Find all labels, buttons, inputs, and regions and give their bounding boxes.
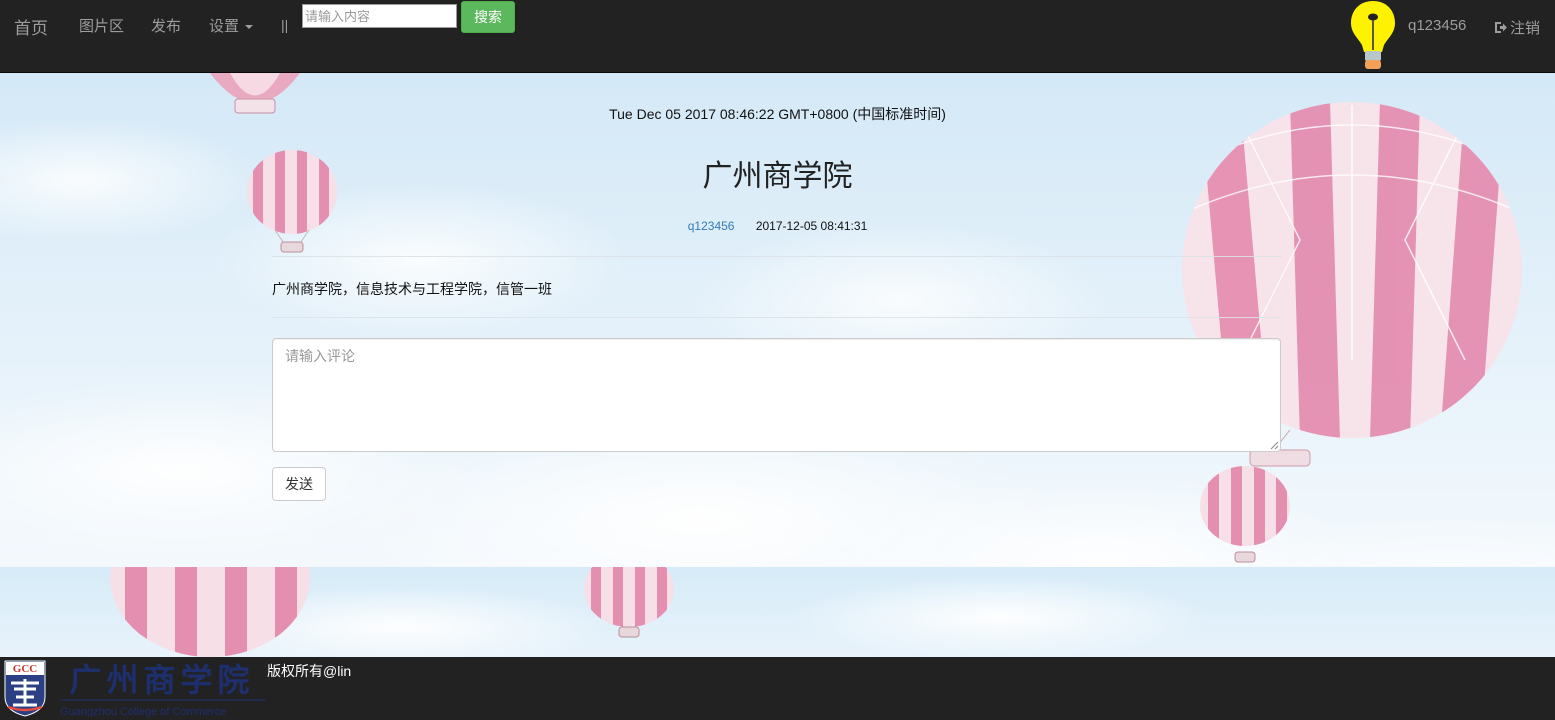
logout-link[interactable]: 注销 (1494, 17, 1540, 38)
nav-separator: || (281, 17, 289, 33)
nav-pictures-link[interactable]: 图片区 (79, 15, 124, 36)
nav-publish-link[interactable]: 发布 (151, 15, 181, 36)
search-button[interactable]: 搜索 (461, 1, 515, 33)
copyright-text: 版权所有@lin (267, 663, 352, 679)
post-meta: q123456 2017-12-05 08:41:31 (0, 219, 1555, 233)
logo-english-text: Guangzhou College of Commerce (60, 706, 226, 717)
logout-icon (1494, 21, 1508, 34)
send-comment-button[interactable]: 发送 (272, 467, 326, 501)
logout-label: 注销 (1510, 20, 1541, 37)
divider (272, 256, 1281, 257)
caret-down-icon (245, 25, 254, 30)
post-timestamp: 2017-12-05 08:41:31 (755, 219, 868, 233)
logo-badge-text: GCC (13, 663, 38, 675)
college-logo: GCC 广州商学院 Guangzhou College of Commerce (2, 659, 268, 718)
nav-home-link[interactable]: 首页 (14, 14, 48, 39)
top-navbar: 首页 图片区 发布 设置 || 搜索 q123456 注销 (0, 0, 1555, 73)
nav-settings-label: 设置 (209, 18, 240, 35)
nav-settings-dropdown[interactable]: 设置 (209, 15, 254, 36)
search-input[interactable] (302, 4, 457, 28)
divider (272, 317, 1281, 318)
footer: GCC 广州商学院 Guangzhou College of Commerce … (0, 657, 1555, 720)
nav-username-link[interactable]: q123456 (1408, 17, 1466, 34)
logo-name-text: 广州商学院 (69, 661, 254, 699)
balloon-bottom-center (583, 567, 675, 642)
lightbulb-icon[interactable] (1349, 0, 1397, 72)
post-body: 广州商学院，信息技术与工程学院，信管一班 (272, 281, 552, 297)
post-content: Tue Dec 05 2017 08:46:22 GMT+0800 (中国标准时… (0, 73, 1555, 567)
balloon-bottom-left (110, 567, 310, 657)
post-title: 广州商学院 (702, 160, 853, 193)
current-time-display: Tue Dec 05 2017 08:46:22 GMT+0800 (中国标准时… (609, 106, 946, 122)
post-author-link[interactable]: q123456 (688, 219, 735, 233)
comment-textarea[interactable] (272, 338, 1281, 452)
